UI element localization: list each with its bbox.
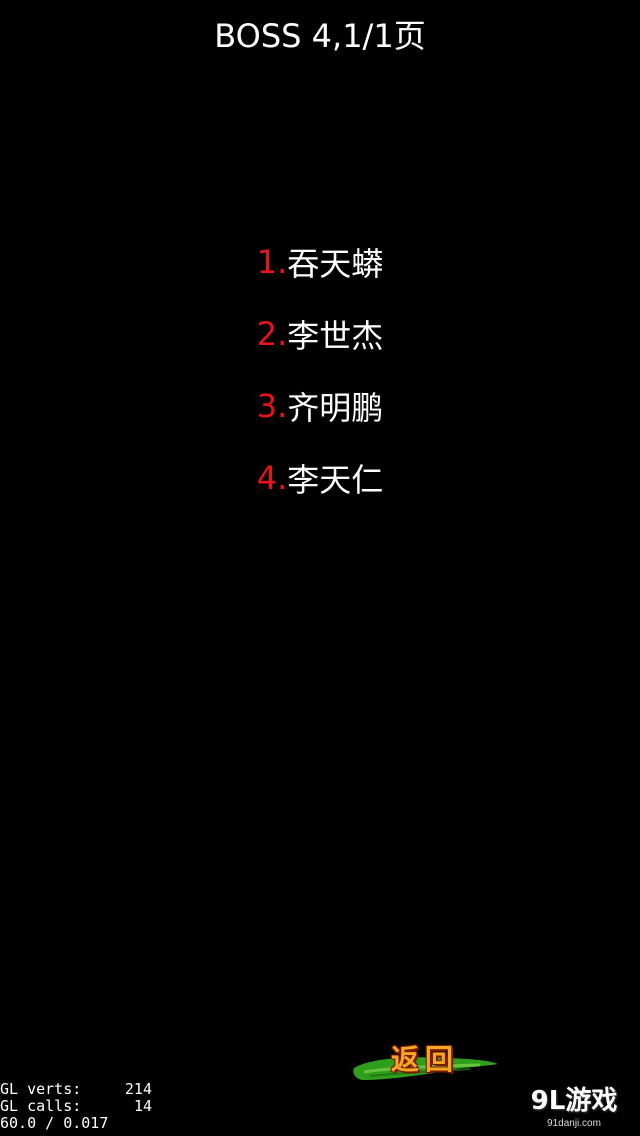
debug-verts-row: GL verts: 214	[0, 1081, 152, 1098]
boss-name: 吞天蟒	[287, 245, 384, 283]
debug-calls-label: GL calls:	[0, 1097, 82, 1115]
debug-verts-value: 214	[124, 1080, 152, 1098]
debug-verts-label: GL verts:	[0, 1080, 82, 1098]
back-button[interactable]: 返回	[350, 1036, 500, 1086]
boss-number: 3.	[256, 387, 288, 425]
watermark-url: 91danji.com	[547, 1118, 601, 1129]
boss-name: 李世杰	[287, 317, 384, 355]
boss-number: 4.	[256, 459, 288, 497]
boss-number: 1.	[256, 243, 288, 281]
page-title: BOSS 4,1/1页	[214, 17, 426, 55]
boss-number: 2.	[256, 315, 288, 353]
list-item[interactable]: 2. 李世杰	[0, 298, 640, 370]
list-item[interactable]: 1. 吞天蟒	[0, 226, 640, 298]
list-item[interactable]: 4. 李天仁	[0, 442, 640, 514]
boss-list: 1. 吞天蟒 2. 李世杰 3. 齐明鹏 4. 李天仁	[0, 226, 640, 514]
watermark-logo: 9L游戏	[530, 1086, 618, 1116]
debug-fps-row: 60.0 / 0.017	[0, 1115, 152, 1132]
boss-name: 齐明鹏	[287, 389, 384, 427]
boss-name: 李天仁	[287, 461, 384, 499]
debug-calls-value: 14	[133, 1097, 152, 1115]
back-button-label: 返回	[390, 1043, 459, 1076]
debug-fps: 60.0 / 0.017	[0, 1114, 109, 1132]
debug-calls-row: GL calls: 14	[0, 1098, 152, 1115]
watermark: 9L游戏 91danji.com	[524, 1084, 624, 1130]
debug-stats: GL verts: 214 GL calls: 14 60.0 / 0.017	[0, 1081, 152, 1132]
list-item[interactable]: 3. 齐明鹏	[0, 370, 640, 442]
